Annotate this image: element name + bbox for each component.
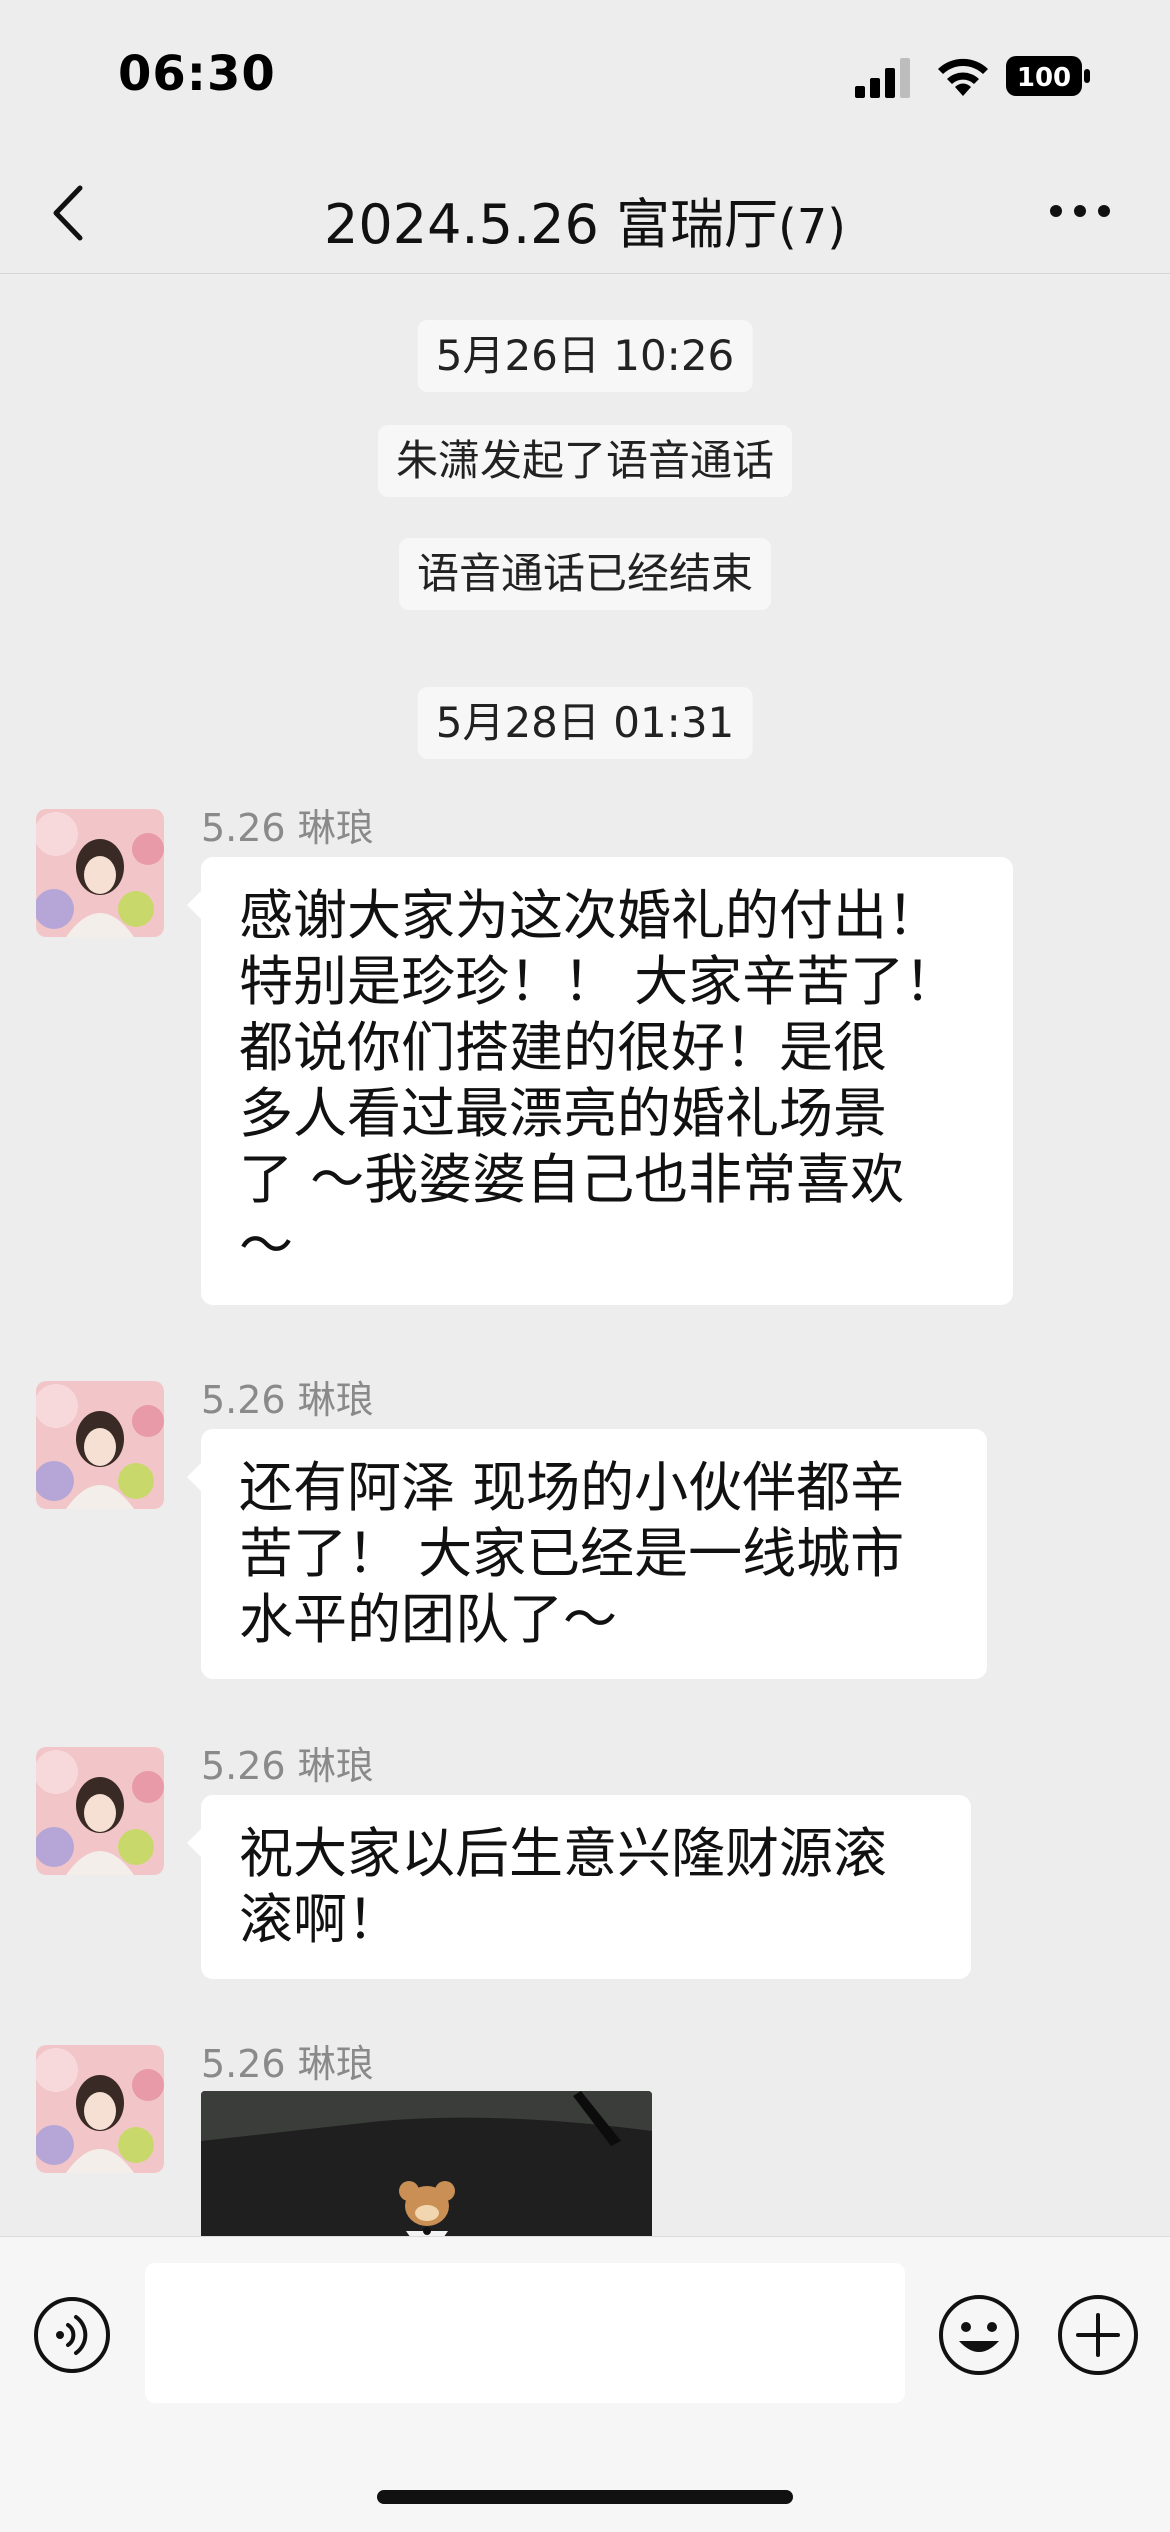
- avatar[interactable]: [36, 2045, 164, 2173]
- message-bubble[interactable]: 还有阿泽 现场的小伙伴都辛 苦了！ 大家已经是一线城市 水平的团队了～: [187, 1429, 987, 1679]
- timestamp-label: 5月28日 01:31: [417, 687, 753, 759]
- avatar[interactable]: [36, 1381, 164, 1509]
- voice-input-icon[interactable]: [32, 2295, 112, 2375]
- chat-screen: 06:30 100 2024.5.26 富瑞厅(7) 5月26日 10:26 朱…: [0, 0, 1170, 2532]
- sender-name: 5.26 琳琅: [201, 806, 374, 850]
- wifi-icon: [938, 58, 988, 96]
- message-list[interactable]: 5月26日 10:26 朱潇发起了语音通话 语音通话已经结束 5月28日 01:…: [0, 275, 1170, 2236]
- status-time: 06:30: [118, 46, 276, 102]
- back-icon[interactable]: [46, 178, 92, 248]
- message-input[interactable]: [145, 2263, 905, 2403]
- sender-name: 5.26 琳琅: [201, 1744, 374, 1788]
- sender-name: 5.26 琳琅: [201, 2042, 374, 2086]
- battery-icon: 100: [1006, 56, 1090, 96]
- cellular-signal-icon: [855, 58, 910, 98]
- home-indicator[interactable]: [377, 2490, 793, 2504]
- input-bar: [0, 2236, 1170, 2532]
- timestamp-label: 5月26日 10:26: [417, 320, 753, 392]
- sender-name: 5.26 琳琅: [201, 1378, 374, 1422]
- system-notice: 朱潇发起了语音通话: [377, 425, 793, 497]
- add-icon[interactable]: [1056, 2293, 1140, 2377]
- more-options-icon[interactable]: [1048, 196, 1112, 226]
- chat-title: 2024.5.26 富瑞厅(7): [200, 180, 970, 259]
- avatar[interactable]: [36, 1747, 164, 1875]
- status-bar: 06:30 100: [0, 0, 1170, 150]
- system-notice: 语音通话已经结束: [398, 538, 772, 610]
- image-message-thumbnail[interactable]: [201, 2091, 652, 2236]
- message-bubble[interactable]: 祝大家以后生意兴隆财源滚 滚啊！: [187, 1795, 971, 1979]
- emoji-icon[interactable]: [937, 2293, 1021, 2377]
- member-count: (7): [778, 199, 846, 255]
- avatar[interactable]: [36, 809, 164, 937]
- battery-level: 100: [1017, 63, 1071, 93]
- navigation-bar: 2024.5.26 富瑞厅(7): [0, 150, 1170, 274]
- group-name: 2024.5.26 富瑞厅: [324, 193, 778, 256]
- message-bubble[interactable]: 感谢大家为这次婚礼的付出！ 特别是珍珍！！ 大家辛苦了！ 都说你们搭建的很好！是…: [187, 857, 1013, 1305]
